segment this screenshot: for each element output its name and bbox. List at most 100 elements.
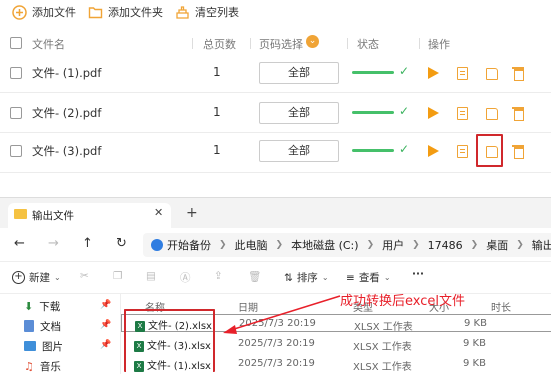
chevron-down-icon[interactable]: ⌄ (306, 35, 319, 48)
file-type: XLSX 工作表 (354, 322, 413, 333)
sidebar-item-label: 图片 (42, 340, 63, 353)
add-circle-icon (12, 4, 27, 20)
check-icon: ✓ (399, 142, 410, 156)
picture-icon (24, 341, 36, 351)
play-icon[interactable] (428, 67, 439, 79)
back-arrow-icon[interactable]: ← (14, 236, 25, 251)
file-type: XLSX 工作表 (353, 362, 412, 373)
folder-icon (88, 5, 103, 20)
rename-icon[interactable]: Ⓐ (180, 270, 191, 285)
play-icon[interactable] (428, 107, 439, 119)
broom-icon (175, 5, 190, 20)
up-arrow-icon[interactable]: ↑ (82, 236, 93, 251)
trash-icon[interactable] (512, 107, 524, 121)
paste-icon[interactable]: ▤ (146, 270, 156, 282)
table-row: 文件- (3).pdf 1 全部 ✓ (0, 133, 551, 173)
breadcrumb-item[interactable]: 此电脑 (235, 237, 268, 253)
new-button[interactable]: + 新建 ⌄ (12, 270, 61, 285)
sidebar-item-downloads[interactable]: ⬇ 下载 (24, 296, 60, 316)
share-icon[interactable]: ⇪ (214, 270, 223, 282)
document-icon[interactable] (457, 67, 468, 80)
breadcrumb-item[interactable]: 开始备份 (167, 237, 211, 253)
col-total-pages: 总页数 (203, 38, 236, 51)
breadcrumb[interactable]: 开始备份 ❯ 此电脑 ❯ 本地磁盘 (C:) ❯ 用户 ❯ 17486 ❯ 桌面 ❯ 输出 (143, 233, 551, 257)
trash-icon[interactable] (512, 67, 524, 81)
sort-icon: ⇅ (284, 271, 293, 284)
view-button[interactable]: ≡ 查看 ⌄ (346, 270, 391, 285)
chevron-down-icon: ⌄ (54, 273, 61, 282)
tab-bar: 输出文件 ✕ + (0, 198, 551, 228)
add-folder-button[interactable]: 添加文件夹 (88, 2, 163, 22)
page-count: 1 (213, 105, 221, 119)
clear-list-button[interactable]: 清空列表 (175, 2, 239, 22)
progress-bar (352, 71, 394, 74)
table-row: 文件- (1).pdf 1 全部 ✓ (0, 53, 551, 93)
sidebar-item-label: 下载 (39, 300, 61, 313)
plus-circle-icon: + (12, 271, 25, 284)
download-icon: ⬇ (24, 299, 34, 313)
refresh-icon[interactable]: ↻ (116, 236, 127, 251)
add-file-button[interactable]: 添加文件 (12, 2, 76, 22)
progress-bar (352, 111, 394, 114)
trash-icon[interactable] (512, 145, 524, 159)
row-checkbox[interactable] (10, 107, 22, 119)
sidebar-item-documents[interactable]: 文档 (24, 316, 61, 336)
copy-icon[interactable]: ❐ (113, 270, 122, 282)
breadcrumb-item[interactable]: 本地磁盘 (C:) (291, 237, 358, 253)
select-all-checkbox[interactable] (10, 37, 22, 49)
sort-label: 排序 (296, 272, 318, 284)
page-count: 1 (213, 65, 221, 79)
table-header: 文件名 总页数 页码选择 ⌄ 状态 操作 (0, 32, 551, 54)
file-size: 9 KB (463, 338, 486, 349)
pin-icon[interactable]: 📌 (100, 340, 111, 350)
view-icon: ≡ (346, 271, 355, 284)
tab-title: 输出文件 (32, 210, 74, 222)
more-button[interactable]: ··· (412, 268, 424, 280)
file-explorer-window: 输出文件 ✕ + ← → ↑ ↻ 开始备份 ❯ 此电脑 ❯ 本地磁盘 (C:) ❯ 用… (0, 197, 551, 374)
delete-icon[interactable]: 🗑 (248, 270, 261, 283)
col-page-select: 页码选择 (259, 38, 303, 51)
file-name: 文件- (3).pdf (32, 144, 102, 158)
highlight-box (124, 309, 215, 372)
close-icon[interactable]: ✕ (154, 206, 163, 219)
cloud-icon (151, 239, 163, 251)
breadcrumb-item[interactable]: 用户 (382, 237, 404, 253)
navigation-pane: ⬇ 下载 📌 文档 📌 图片 📌 ♫ 音乐 (0, 294, 120, 374)
file-size: 9 KB (463, 358, 486, 369)
document-icon[interactable] (457, 145, 468, 158)
breadcrumb-item[interactable]: 输出 (532, 237, 551, 253)
col-duration[interactable]: 时长 (491, 299, 511, 314)
breadcrumb-item[interactable]: 桌面 (486, 237, 508, 253)
page-select-field[interactable]: 全部 (259, 102, 339, 124)
page-select-field[interactable]: 全部 (259, 62, 339, 84)
document-icon[interactable] (457, 107, 468, 120)
cut-icon[interactable]: ✂ (80, 270, 89, 282)
address-bar: ← → ↑ ↻ 开始备份 ❯ 此电脑 ❯ 本地磁盘 (C:) ❯ 用户 ❯ 17486 ❯… (0, 228, 551, 262)
check-icon: ✓ (399, 104, 410, 118)
row-checkbox[interactable] (10, 67, 22, 79)
pin-icon[interactable]: 📌 (100, 320, 111, 330)
page-select-field[interactable]: 全部 (259, 140, 339, 162)
breadcrumb-item[interactable]: 17486 (428, 239, 463, 252)
tab-output-folder[interactable]: 输出文件 ✕ (8, 203, 171, 228)
sidebar-item-music[interactable]: ♫ 音乐 (24, 356, 61, 376)
row-checkbox[interactable] (10, 145, 22, 157)
pin-icon[interactable]: 📌 (100, 300, 111, 310)
sidebar-item-label: 文档 (40, 320, 61, 333)
file-date: 2025/7/3 20:19 (238, 358, 315, 369)
col-operation: 操作 (428, 38, 450, 51)
forward-arrow-icon[interactable]: → (48, 236, 59, 251)
progress-bar (352, 149, 394, 152)
sort-button[interactable]: ⇅ 排序 ⌄ (284, 270, 329, 285)
sidebar-item-pictures[interactable]: 图片 (24, 336, 63, 356)
clear-list-label: 清空列表 (195, 6, 239, 19)
highlight-box (476, 134, 503, 167)
play-icon[interactable] (428, 145, 439, 157)
new-tab-icon[interactable]: + (186, 205, 198, 221)
new-label: 新建 (29, 272, 50, 284)
open-folder-icon[interactable] (486, 108, 498, 120)
open-folder-icon[interactable] (486, 68, 498, 80)
file-name: 文件- (2).pdf (32, 106, 102, 120)
folder-icon (14, 209, 27, 219)
table-row: 文件- (2).pdf 1 全部 ✓ (0, 93, 551, 133)
